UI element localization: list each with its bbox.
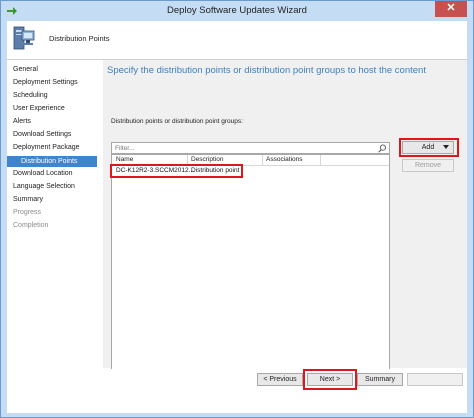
column-separator[interactable]: [262, 155, 263, 165]
nav-item-scheduling[interactable]: Scheduling: [13, 92, 48, 99]
column-header-description[interactable]: Description: [191, 156, 224, 163]
nav-item-completion: Completion: [13, 222, 49, 229]
wizard-window: Deploy Software Updates Wizard ✕ Distrib…: [0, 0, 474, 418]
next-highlight-box: [303, 369, 357, 390]
nav-item-download-location[interactable]: Download Location: [13, 170, 73, 177]
title-bar[interactable]: Deploy Software Updates Wizard ✕: [1, 1, 473, 21]
banner-title: Distribution Points: [49, 34, 110, 43]
nav-item-download-settings[interactable]: Download Settings: [13, 131, 71, 138]
summary-button[interactable]: Summary: [357, 373, 403, 386]
computer-icon: [13, 26, 35, 50]
cancel-button: [407, 373, 463, 386]
filter-input[interactable]: Filter...: [111, 142, 390, 154]
nav-item-distribution-points[interactable]: Distribution Points: [7, 156, 97, 167]
column-separator[interactable]: [320, 155, 321, 165]
row-highlight-box: [110, 164, 243, 178]
wizard-banner: Distribution Points: [7, 21, 467, 60]
nav-item-progress: Progress: [13, 209, 42, 216]
nav-item-general[interactable]: General: [13, 66, 38, 73]
distribution-points-grid[interactable]: Name Description Associations DC-K12R2-3…: [110, 154, 390, 380]
remove-button: Remove: [402, 159, 454, 172]
nav-item-summary[interactable]: Summary: [13, 196, 43, 203]
nav-item-deployment-package[interactable]: Deployment Package: [13, 144, 80, 151]
search-icon[interactable]: [378, 144, 387, 153]
wizard-nav: General Deployment Settings Scheduling U…: [7, 60, 97, 413]
page-heading: Specify the distribution points or distr…: [107, 65, 426, 76]
nav-item-user-experience[interactable]: User Experience: [13, 105, 65, 112]
content-area: Specify the distribution points or distr…: [97, 60, 467, 413]
column-header-associations[interactable]: Associations: [266, 156, 303, 163]
previous-button[interactable]: < Previous: [257, 373, 303, 386]
nav-item-language-selection[interactable]: Language Selection: [13, 183, 75, 190]
wizard-client: Distribution Points General Deployment S…: [7, 21, 467, 413]
nav-item-deployment-settings[interactable]: Deployment Settings: [13, 79, 78, 86]
nav-item-alerts[interactable]: Alerts: [13, 118, 31, 125]
close-button[interactable]: ✕: [435, 1, 467, 17]
add-highlight-box: [399, 138, 459, 157]
filter-placeholder: Filter...: [115, 145, 135, 152]
column-header-name[interactable]: Name: [116, 156, 133, 163]
list-label: Distribution points or distribution poin…: [111, 118, 243, 125]
wizard-footer: < Previous Next > Summary: [7, 369, 467, 413]
window-title: Deploy Software Updates Wizard: [167, 5, 307, 16]
